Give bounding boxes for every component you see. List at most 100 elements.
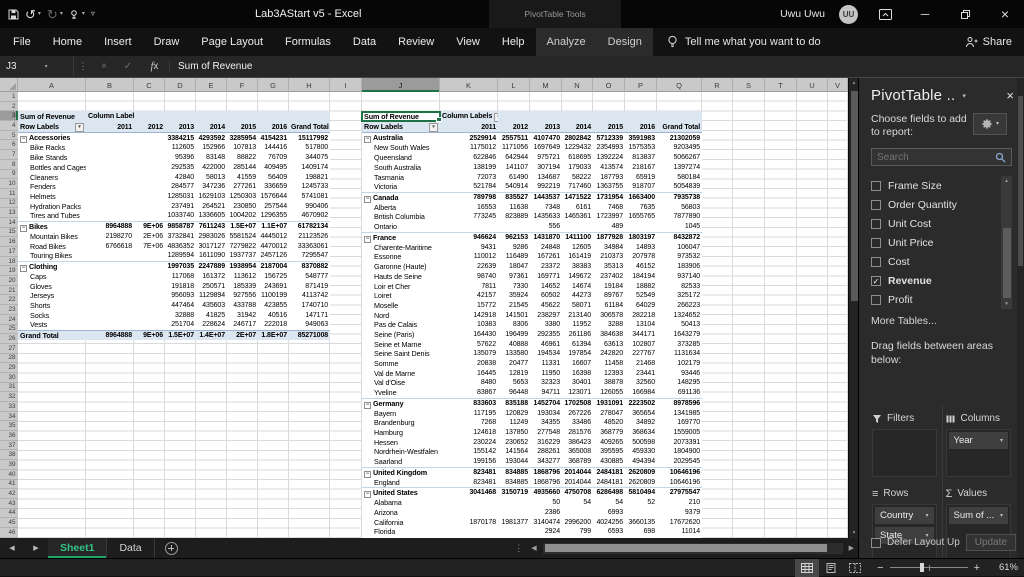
pivot-value-cell[interactable]: 1336605 bbox=[196, 211, 227, 221]
grid-cells[interactable]: Sum of RevenueColumn Labels ▾Row Labels▾… bbox=[18, 92, 848, 538]
pivot-value-cell[interactable]: 521784 bbox=[440, 182, 498, 192]
pivot-value-cell[interactable]: 386423 bbox=[562, 438, 593, 448]
pivot-row-label[interactable]: Seine et Marne bbox=[362, 340, 440, 350]
pivot-value-cell[interactable]: 56803 bbox=[657, 203, 702, 213]
pivot-value-cell[interactable]: 3017127 bbox=[196, 241, 227, 251]
pivot-value-cell[interactable]: 2E+06 bbox=[134, 232, 165, 242]
pivot-value-cell[interactable]: 7268 bbox=[440, 418, 498, 428]
pivot-value-cell[interactable]: 237491 bbox=[165, 202, 196, 212]
pivot-value-cell[interactable]: 32560 bbox=[625, 378, 657, 388]
confirm-entry-button[interactable]: ✓ bbox=[116, 61, 140, 72]
pivot-value-cell[interactable]: 15117992 bbox=[289, 132, 331, 144]
pivot-value-cell[interactable]: 946624 bbox=[440, 231, 498, 243]
insert-function-button[interactable]: fx bbox=[140, 61, 170, 72]
pivot-value-cell[interactable]: 32888 bbox=[165, 311, 196, 321]
field-item-frame-size[interactable]: Frame Size bbox=[871, 176, 1012, 195]
pill-caret[interactable]: ▾ bbox=[925, 512, 928, 519]
panel-scrollbar[interactable] bbox=[1017, 78, 1024, 558]
pivot-row-label[interactable]: Essonne bbox=[362, 252, 440, 262]
pivot-value-cell[interactable]: 9E+06 bbox=[134, 329, 165, 341]
pivot-value-cell[interactable]: 227767 bbox=[625, 349, 657, 359]
pivot-value-cell[interactable]: 556 bbox=[530, 222, 562, 232]
pivot-value-cell[interactable]: 365008 bbox=[562, 447, 593, 457]
pivot-value-cell[interactable]: 307194 bbox=[530, 163, 562, 173]
pivot-value-cell[interactable]: 7611243 bbox=[196, 220, 227, 232]
row-labels-cell[interactable]: Row Labels ▾ bbox=[362, 122, 440, 134]
pivot-value-cell[interactable]: 117195 bbox=[440, 409, 498, 419]
pivot-value-cell[interactable]: 6593 bbox=[593, 527, 625, 537]
pivot-value-cell[interactable]: 237402 bbox=[593, 272, 625, 282]
pivot-value-cell[interactable]: 183906 bbox=[657, 262, 702, 272]
pivot-value-cell[interactable]: 17672620 bbox=[657, 518, 702, 528]
columns-drop-box[interactable]: Year ▾ bbox=[945, 429, 1011, 477]
pivot-value-cell[interactable]: 16607 bbox=[562, 359, 593, 369]
pivot-row-label[interactable]: Seine (Paris) bbox=[362, 330, 440, 340]
pivot-value-cell[interactable]: 1285031 bbox=[165, 192, 196, 202]
pivot-value-cell[interactable] bbox=[134, 272, 165, 282]
pivot-value-cell[interactable]: 83867 bbox=[440, 388, 498, 398]
pivot-value-cell[interactable]: 4670902 bbox=[289, 211, 330, 221]
pivot-value-cell[interactable]: 698 bbox=[625, 527, 657, 537]
pivot-value-cell[interactable]: 12819 bbox=[498, 369, 530, 379]
pivot-value-cell[interactable]: 16398 bbox=[562, 369, 593, 379]
pivot-value-cell[interactable]: 7877890 bbox=[657, 212, 702, 222]
column-header-L[interactable]: L bbox=[498, 78, 530, 92]
pivot-value-cell[interactable]: 33486 bbox=[562, 418, 593, 428]
pivot-row-label[interactable]: Fenders bbox=[18, 182, 86, 192]
pivot-value-cell[interactable]: 282218 bbox=[625, 311, 657, 321]
pivot-value-cell[interactable]: 2354993 bbox=[593, 143, 625, 153]
pivot-row-label[interactable]: Bayern bbox=[362, 409, 440, 419]
pivot-value-cell[interactable]: 517800 bbox=[289, 143, 330, 153]
pivot-value-cell[interactable]: 409265 bbox=[593, 438, 625, 448]
pivot-value-cell[interactable]: 98740 bbox=[440, 272, 498, 282]
pivot-value-cell[interactable]: 3732841 bbox=[165, 232, 196, 242]
pivot-value-cell[interactable]: 1611090 bbox=[196, 251, 227, 261]
minimize-button[interactable]: ─ bbox=[912, 0, 938, 28]
pivot-value-cell[interactable]: 56409 bbox=[258, 172, 289, 182]
pivot-value-cell[interactable]: 238297 bbox=[530, 311, 562, 321]
pivot-value-cell[interactable]: 918707 bbox=[625, 182, 657, 192]
pivot-value-cell[interactable]: 147171 bbox=[289, 311, 330, 321]
pivot-value-cell[interactable]: 8306 bbox=[498, 320, 530, 330]
pivot-value-cell[interactable]: 1655765 bbox=[625, 212, 657, 222]
pivot-row-label[interactable]: − Accessories bbox=[18, 132, 86, 144]
row-header-15[interactable]: 15 bbox=[0, 228, 18, 238]
pivot-value-cell[interactable]: 250571 bbox=[196, 281, 227, 291]
row-header-8[interactable]: 8 bbox=[0, 160, 18, 170]
pivot-value-cell[interactable]: 1131634 bbox=[657, 349, 702, 359]
pivot-row-label[interactable]: Queensland bbox=[362, 153, 440, 163]
row-header-46[interactable]: 46 bbox=[0, 528, 18, 538]
pivot-year-header[interactable]: 2011 bbox=[86, 122, 134, 134]
pivot-value-cell[interactable]: 141501 bbox=[498, 311, 530, 321]
pivot-value-cell[interactable]: 6766618 bbox=[86, 241, 134, 251]
pivot-row-label[interactable]: − United States bbox=[362, 487, 440, 499]
defer-layout-checkbox[interactable] bbox=[871, 537, 881, 548]
pivot-value-cell[interactable]: 618695 bbox=[562, 153, 593, 163]
pivot-value-cell[interactable]: 540914 bbox=[498, 182, 530, 192]
pivot-value-cell[interactable]: 773245 bbox=[440, 212, 498, 222]
row-header-24[interactable]: 24 bbox=[0, 315, 18, 325]
pivot-value-cell[interactable]: 1465361 bbox=[562, 212, 593, 222]
pivot-value-cell[interactable]: 1.5E+07 bbox=[165, 329, 196, 341]
zoom-slider[interactable] bbox=[889, 562, 968, 573]
collapse-button[interactable]: − bbox=[364, 470, 371, 478]
pivot-value-cell[interactable]: 3660135 bbox=[625, 518, 657, 528]
filter-dropdown-button[interactable]: ▾ bbox=[75, 123, 84, 132]
pivot-value-cell[interactable]: 2924 bbox=[530, 527, 562, 537]
pivot-value-cell[interactable]: 642944 bbox=[498, 153, 530, 163]
pivot-value-cell[interactable]: 34984 bbox=[593, 243, 625, 253]
row-header-32[interactable]: 32 bbox=[0, 392, 18, 402]
pivot-value-cell[interactable] bbox=[134, 163, 165, 173]
normal-view-button[interactable] bbox=[795, 558, 820, 577]
pivot-value-cell[interactable]: 35924 bbox=[498, 291, 530, 301]
search-input[interactable] bbox=[877, 151, 995, 163]
row-header-43[interactable]: 43 bbox=[0, 499, 18, 509]
pivot-value-cell[interactable]: 4470012 bbox=[258, 241, 289, 251]
pivot-value-cell[interactable]: 2187004 bbox=[258, 260, 289, 272]
pivot-value-cell[interactable]: 123071 bbox=[562, 388, 593, 398]
pivot-row-label[interactable]: Hessen bbox=[362, 438, 440, 448]
row-header-36[interactable]: 36 bbox=[0, 431, 18, 441]
pivot-year-header[interactable]: 2013 bbox=[165, 122, 196, 134]
pivot-value-cell[interactable]: 230850 bbox=[227, 202, 258, 212]
pivot-value-cell[interactable] bbox=[86, 320, 134, 330]
